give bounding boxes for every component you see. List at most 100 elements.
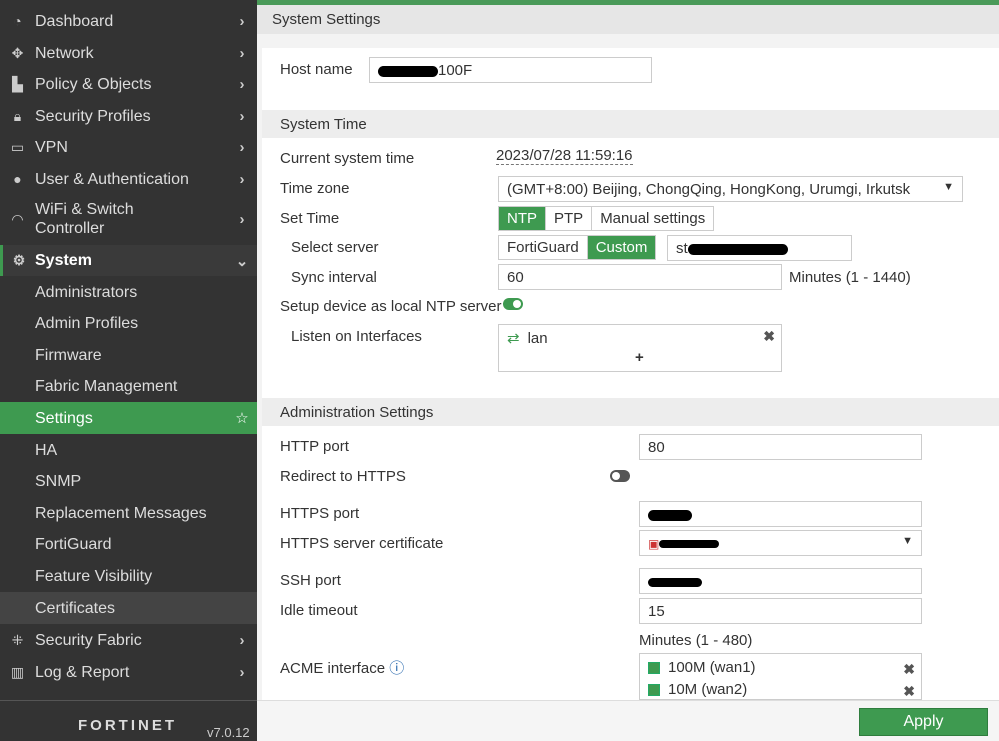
nav-firmware[interactable]: Firmware (0, 340, 257, 371)
star-icon[interactable]: ☆ (227, 409, 257, 427)
nav-admin-profiles[interactable]: Admin Profiles (0, 308, 257, 339)
idle-timeout-label: Idle timeout (280, 602, 358, 619)
nav-replacement-messages[interactable]: Replacement Messages (0, 498, 257, 529)
policy-icon: ▙ (12, 75, 23, 92)
nav-settings[interactable]: Settings ☆ (0, 402, 257, 434)
remove-icon[interactable]: ✖ (903, 680, 915, 699)
dashboard-icon: ◔ (13, 13, 22, 29)
sidebar-footer: FORTINET v7.0.12 (0, 700, 257, 741)
nav-log-report[interactable]: ▥ Log & Report › (0, 656, 257, 688)
nav-policy-objects[interactable]: ▙ Policy & Objects › (0, 68, 257, 100)
redacted (648, 577, 702, 587)
security-fabric-icon: ⁜ (11, 631, 24, 648)
redirect-https-toggle[interactable] (610, 470, 630, 482)
local-ntp-label: Setup device as local NTP server (280, 298, 502, 315)
redacted (687, 243, 788, 255)
custom-server-input[interactable]: st (667, 235, 852, 261)
timezone-select[interactable]: (GMT+8:00) Beijing, ChongQing, HongKong,… (498, 176, 963, 202)
host-name-label: Host name (280, 61, 353, 78)
nav-ha[interactable]: HA (0, 435, 257, 466)
listen-interfaces-box[interactable]: ⇄ lan ✖ + (498, 324, 782, 372)
nav-fortiguard[interactable]: FortiGuard (0, 529, 257, 560)
select-server-toggle: FortiGuard Custom (498, 235, 657, 260)
set-time-manual[interactable]: Manual settings (592, 207, 714, 230)
nav-vpn[interactable]: ▭ VPN › (0, 131, 257, 163)
sync-interval-label: Sync interval (291, 269, 377, 286)
dropdown-arrow-icon: ▼ (943, 181, 954, 193)
chevron-down-icon: ⌄ (235, 252, 249, 270)
remove-icon[interactable]: ✖ (903, 658, 915, 680)
nav-fabric-management[interactable]: Fabric Management (0, 371, 257, 402)
acme-interfaces-box[interactable]: 100M (wan1) ✖ 10M (wan2) ✖ (639, 653, 922, 700)
admin-settings-header: Administration Settings (262, 398, 999, 426)
add-icon[interactable]: + (635, 349, 644, 366)
https-port-input[interactable] (639, 501, 922, 527)
nav-security-profiles[interactable]: 🔒︎ Security Profiles › (0, 100, 257, 132)
user-icon: ● (13, 171, 22, 187)
system-time-header: System Time (262, 110, 999, 138)
version: v7.0.12 (207, 725, 250, 740)
certificate-icon: ▣ (648, 537, 660, 551)
nav-certificates[interactable]: Certificates (0, 592, 257, 624)
acme-interface-item: 100M (wan1) ✖ (648, 657, 915, 680)
host-name-input[interactable]: 100F (369, 57, 652, 83)
server-custom[interactable]: Custom (587, 236, 656, 259)
http-port-label: HTTP port (280, 438, 349, 455)
sync-interval-unit: Minutes (1 - 1440) (789, 269, 911, 286)
set-time-ntp[interactable]: NTP (499, 207, 546, 230)
select-server-label: Select server (291, 239, 379, 256)
local-ntp-toggle[interactable] (503, 298, 523, 310)
nav-network[interactable]: ✥ Network › (0, 37, 257, 69)
nav-feature-visibility[interactable]: Feature Visibility (0, 561, 257, 592)
nav-administrators[interactable]: Administrators (0, 277, 257, 308)
fortinet-logo: FORTINET (78, 717, 177, 734)
chevron-right-icon: › (239, 75, 245, 93)
redacted (378, 65, 438, 77)
server-fortiguard[interactable]: FortiGuard (499, 236, 588, 259)
sync-interval-input[interactable]: 60 (498, 264, 782, 290)
https-port-label: HTTPS port (280, 505, 360, 522)
remove-icon[interactable]: ✖ (763, 328, 775, 345)
current-time-label: Current system time (280, 150, 415, 167)
https-cert-label: HTTPS server certificate (280, 535, 444, 552)
set-time-label: Set Time (280, 210, 340, 227)
chart-icon: ▥ (10, 663, 25, 680)
chevron-right-icon: › (239, 170, 245, 188)
interface-icon: ⇄ (507, 330, 520, 347)
https-cert-select[interactable]: ▣ ▼ (639, 530, 922, 556)
move-arrows-icon: ✥ (11, 44, 24, 61)
idle-timeout-input[interactable]: 15 (639, 598, 922, 624)
acme-interface-item: 10M (wan2) ✖ (648, 679, 915, 699)
chevron-right-icon: › (239, 663, 245, 681)
ssh-port-input[interactable] (639, 568, 922, 594)
set-time-toggle: NTP PTP Manual settings (498, 206, 715, 231)
nav-snmp[interactable]: SNMP (0, 466, 257, 497)
laptop-icon: ▭ (10, 138, 25, 155)
dropdown-arrow-icon: ▼ (902, 535, 913, 547)
page-title: System Settings (257, 5, 999, 34)
ssh-port-label: SSH port (280, 572, 341, 589)
chevron-right-icon: › (239, 210, 245, 228)
chevron-right-icon: › (239, 107, 245, 125)
nav-user-auth[interactable]: ● User & Authentication › (0, 163, 257, 195)
set-time-ptp[interactable]: PTP (546, 207, 593, 230)
wifi-icon: ◠ (11, 210, 24, 227)
redirect-https-label: Redirect to HTTPS (280, 468, 406, 485)
sidebar: ◔ Dashboard › ✥ Network › ▙ Policy & Objects ›… (0, 0, 257, 741)
nav-dashboard[interactable]: ◔ Dashboard › (0, 5, 257, 37)
port-icon (648, 684, 660, 697)
redacted (659, 540, 720, 549)
port-icon (648, 662, 660, 675)
nav-security-fabric[interactable]: ⁜ Security Fabric › (0, 624, 257, 656)
current-time-value[interactable]: 2023/07/28 11:59:16 (496, 147, 633, 165)
info-icon[interactable]: ⓘ (389, 660, 404, 677)
chevron-right-icon: › (239, 44, 245, 62)
chevron-right-icon: › (239, 138, 245, 156)
nav-wifi-switch[interactable]: ◠ WiFi & Switch Controller › (0, 197, 257, 241)
http-port-input[interactable]: 80 (639, 434, 922, 460)
apply-button[interactable]: Apply (859, 708, 988, 736)
gear-icon: ⚙ (12, 252, 26, 268)
timezone-label: Time zone (280, 180, 350, 197)
listen-interfaces-label: Listen on Interfaces (291, 328, 422, 345)
nav-system[interactable]: ⚙ System ⌄ (0, 245, 257, 276)
